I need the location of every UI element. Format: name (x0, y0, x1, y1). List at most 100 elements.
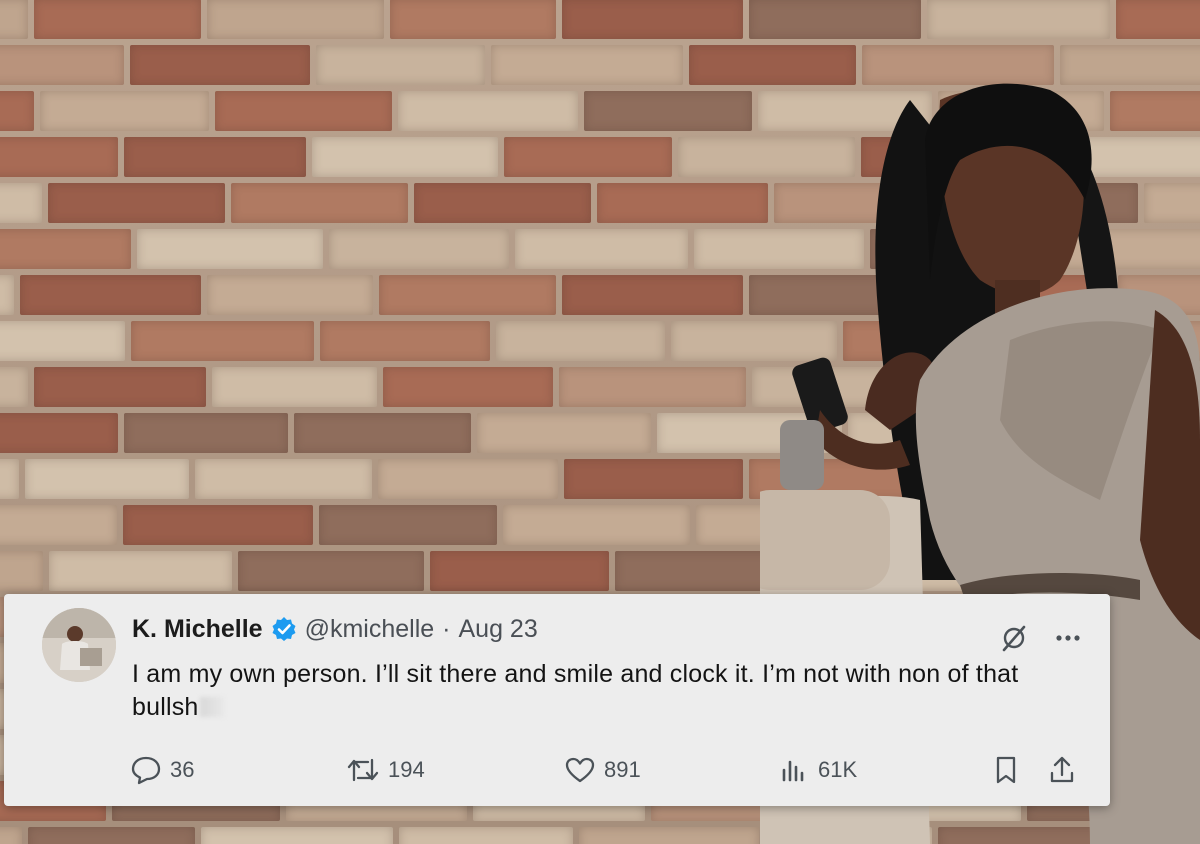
brick (562, 275, 743, 315)
like-button[interactable]: 891 (564, 752, 641, 788)
tweet-top-actions (1000, 624, 1082, 657)
brick (430, 551, 609, 591)
brick (503, 505, 690, 545)
display-name[interactable]: K. Michelle (132, 615, 263, 644)
grok-icon[interactable] (1000, 624, 1028, 657)
reply-icon (130, 755, 162, 785)
brick (414, 183, 591, 223)
reply-count: 36 (170, 757, 195, 782)
brick (1116, 0, 1200, 39)
brick (562, 0, 743, 39)
brick (212, 367, 377, 407)
brick (40, 91, 209, 131)
brick (48, 183, 225, 223)
tweet-text-content: I am my own person. I’ll sit there and s… (132, 660, 1019, 721)
brick (131, 321, 314, 361)
tweet-header: K. Michelle @kmichelle · Aug 23 (132, 614, 538, 644)
tweet-action-bar: 36 194 891 61K (130, 752, 1080, 788)
brick (0, 229, 131, 269)
brick (477, 413, 651, 453)
tweet-text: I am my own person. I’ll sit there and s… (132, 658, 1092, 724)
bookmark-icon (992, 755, 1020, 785)
brick (316, 45, 485, 85)
brick (749, 0, 921, 39)
brick (0, 137, 118, 177)
brick (383, 367, 553, 407)
brick (579, 827, 759, 844)
censored-text-blur (199, 697, 224, 717)
brick (862, 45, 1054, 85)
brick (34, 367, 206, 407)
brick (238, 551, 424, 591)
repost-icon (346, 756, 380, 784)
brick (504, 137, 672, 177)
brick (0, 367, 28, 407)
brick (0, 275, 14, 315)
share-button[interactable] (1048, 752, 1076, 788)
profile-avatar[interactable] (42, 608, 116, 682)
brick (124, 137, 306, 177)
brick (0, 91, 34, 131)
brick (137, 229, 323, 269)
brick (379, 275, 556, 315)
separator-dot: · (442, 614, 451, 643)
brick (320, 321, 490, 361)
verified-badge-icon (271, 616, 297, 642)
share-icon (1048, 755, 1076, 785)
tweet-card[interactable]: K. Michelle @kmichelle · Aug 23 I am my (4, 594, 1110, 806)
user-handle[interactable]: @kmichelle (305, 615, 435, 644)
brick (25, 459, 189, 499)
brick (0, 505, 117, 545)
brick (564, 459, 743, 499)
like-count: 891 (604, 757, 641, 782)
brick (515, 229, 688, 269)
bookmark-button[interactable] (992, 752, 1020, 788)
brick (34, 0, 201, 39)
brick (597, 183, 768, 223)
brick (0, 45, 124, 85)
heart-icon (564, 756, 596, 784)
repost-button[interactable]: 194 (346, 752, 425, 788)
views-button[interactable]: 61K (780, 752, 857, 788)
brick (390, 0, 556, 39)
reply-button[interactable]: 36 (130, 752, 194, 788)
brick (378, 459, 558, 499)
brick (398, 91, 578, 131)
brick (201, 827, 393, 844)
brick (312, 137, 498, 177)
views-count: 61K (818, 757, 858, 782)
brick (689, 45, 856, 85)
brick (0, 413, 118, 453)
brick (207, 0, 384, 39)
brick (294, 413, 471, 453)
brick (0, 183, 42, 223)
brick (329, 229, 509, 269)
brick (20, 275, 201, 315)
repost-count: 194 (388, 757, 425, 782)
brick (49, 551, 232, 591)
tweet-date[interactable]: Aug 23 (459, 615, 538, 644)
brick (130, 45, 310, 85)
brick (0, 459, 19, 499)
brick (1060, 45, 1200, 85)
brick (0, 0, 28, 39)
brick (559, 367, 746, 407)
brick (0, 321, 125, 361)
brick (496, 321, 665, 361)
brick (491, 45, 683, 85)
brick (123, 505, 313, 545)
brick (319, 505, 497, 545)
brick (399, 827, 573, 844)
brick (28, 827, 195, 844)
brick (124, 413, 288, 453)
more-icon[interactable] (1054, 624, 1082, 657)
brick (0, 827, 22, 844)
brick (195, 459, 372, 499)
brick (231, 183, 408, 223)
views-icon (780, 756, 810, 784)
brick (0, 551, 43, 591)
brick (215, 91, 392, 131)
brick (584, 91, 752, 131)
brick (927, 0, 1110, 39)
brick-row (0, 0, 1200, 42)
